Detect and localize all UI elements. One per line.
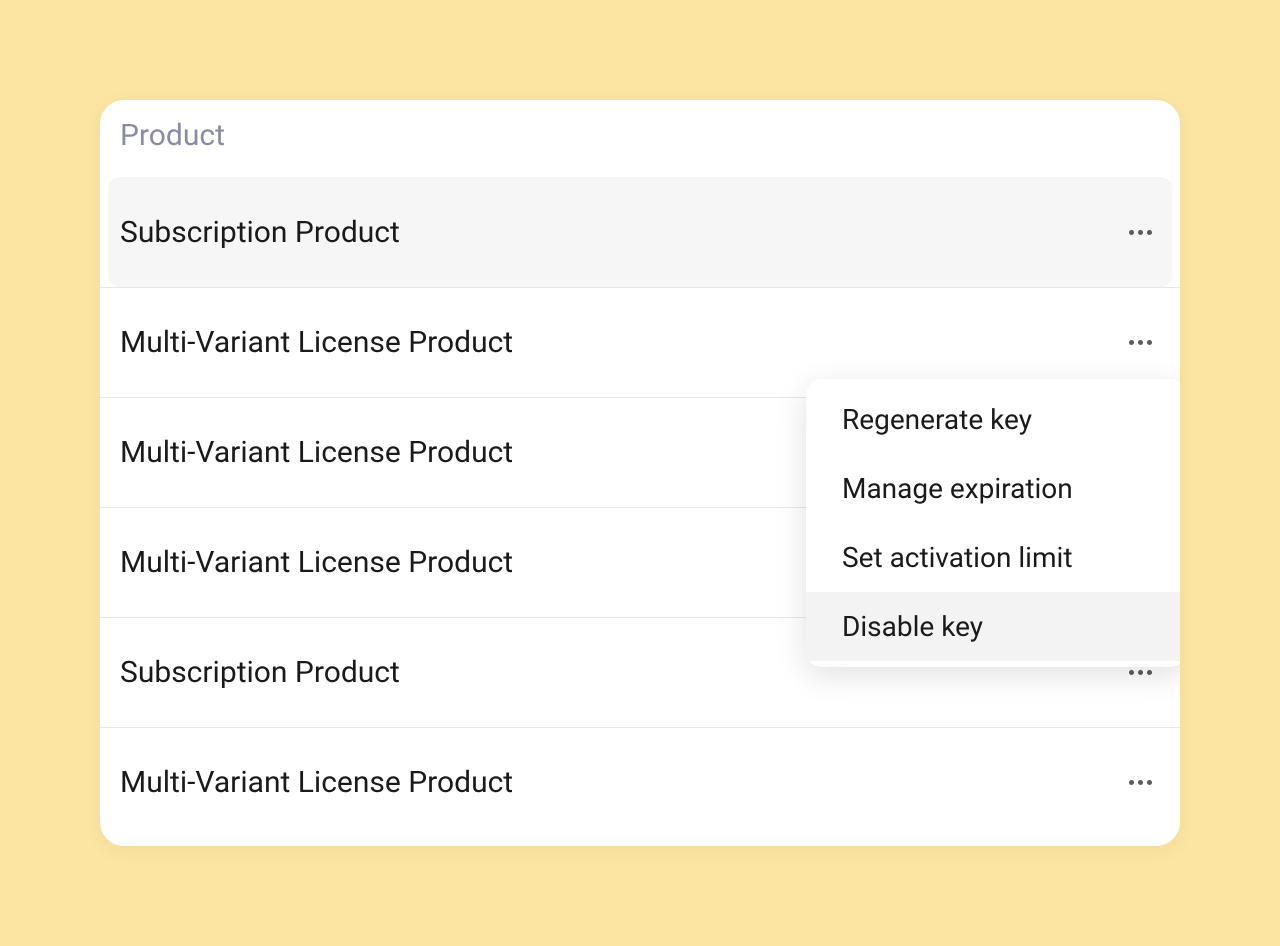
more-actions-button[interactable] <box>1120 763 1160 803</box>
product-card: Product Subscription Product Multi-Varia… <box>100 100 1180 846</box>
menu-item-regenerate-key[interactable]: Regenerate key <box>806 385 1180 454</box>
ellipsis-icon <box>1129 340 1152 345</box>
product-name: Multi-Variant License Product <box>120 545 513 580</box>
more-actions-button[interactable] <box>1120 212 1160 252</box>
ellipsis-icon <box>1129 230 1152 235</box>
product-name: Subscription Product <box>120 215 400 250</box>
context-menu: Regenerate key Manage expiration Set act… <box>806 379 1180 667</box>
product-name: Multi-Variant License Product <box>120 765 513 800</box>
table-row[interactable]: Subscription Product <box>108 177 1172 287</box>
ellipsis-icon <box>1129 670 1152 675</box>
table-header: Product <box>100 100 1180 177</box>
menu-item-disable-key[interactable]: Disable key <box>806 592 1180 661</box>
menu-item-set-activation-limit[interactable]: Set activation limit <box>806 523 1180 592</box>
more-actions-button[interactable] <box>1120 323 1160 363</box>
product-name: Subscription Product <box>120 655 400 690</box>
column-header-product: Product <box>120 118 1160 153</box>
product-name: Multi-Variant License Product <box>120 325 513 360</box>
table-row[interactable]: Multi-Variant License Product <box>100 727 1180 837</box>
ellipsis-icon <box>1129 780 1152 785</box>
product-name: Multi-Variant License Product <box>120 435 513 470</box>
menu-item-manage-expiration[interactable]: Manage expiration <box>806 454 1180 523</box>
